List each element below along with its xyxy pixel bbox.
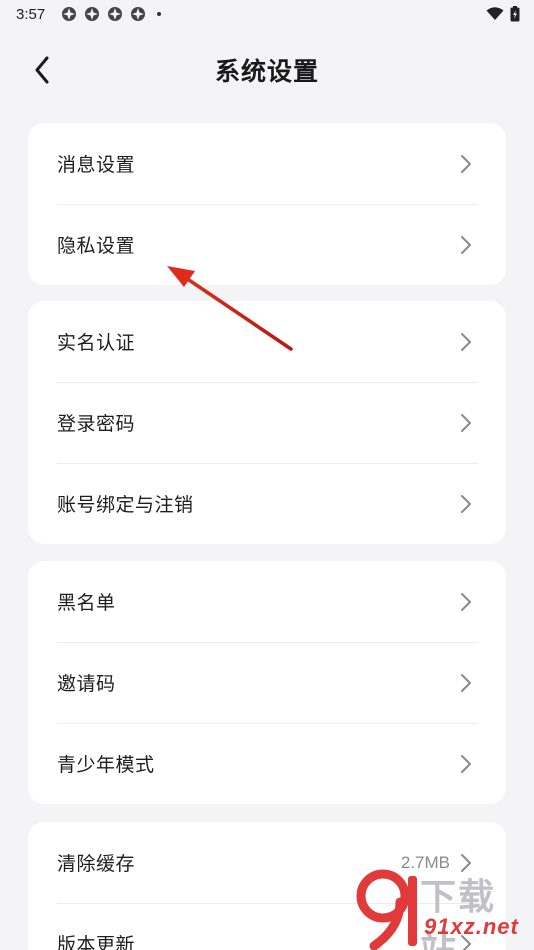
settings-item-label: 隐私设置 bbox=[57, 235, 136, 257]
chevron-right-icon bbox=[461, 494, 471, 513]
watermark: 下载站 91xz.net bbox=[356, 864, 532, 950]
chevron-right-icon bbox=[461, 235, 471, 254]
app-icon bbox=[131, 7, 146, 21]
settings-item-label: 登录密码 bbox=[57, 413, 136, 435]
chevron-right-icon bbox=[461, 154, 471, 173]
settings-item-invite-code[interactable]: 邀请码 bbox=[28, 642, 506, 723]
watermark-url: 91xz.net bbox=[424, 914, 519, 939]
status-time: 3:57 bbox=[16, 5, 46, 23]
settings-item-account-binding[interactable]: 账号绑定与注销 bbox=[28, 463, 506, 544]
app-icon bbox=[85, 7, 100, 21]
status-bar: 3:57 bbox=[0, 0, 534, 28]
header: 系统设置 bbox=[0, 46, 534, 94]
app-icon bbox=[62, 7, 77, 21]
settings-item-label: 版本更新 bbox=[57, 934, 136, 950]
settings-group-2: 实名认证 登录密码 账号绑定与注销 bbox=[28, 301, 506, 544]
settings-item-realname[interactable]: 实名认证 bbox=[28, 301, 506, 382]
settings-item-label: 青少年模式 bbox=[57, 754, 155, 776]
settings-item-label: 清除缓存 bbox=[57, 853, 136, 875]
settings-item-label: 邀请码 bbox=[57, 673, 116, 695]
settings-item-label: 消息设置 bbox=[57, 154, 136, 176]
app-icon bbox=[108, 7, 123, 21]
battery-icon bbox=[510, 6, 520, 22]
wifi-icon bbox=[486, 7, 504, 20]
settings-item-message[interactable]: 消息设置 bbox=[28, 123, 506, 204]
settings-item-blacklist[interactable]: 黑名单 bbox=[28, 561, 506, 642]
settings-item-teen-mode[interactable]: 青少年模式 bbox=[28, 723, 506, 804]
settings-group-1: 消息设置 隐私设置 bbox=[28, 123, 506, 285]
chevron-right-icon bbox=[461, 413, 471, 432]
watermark-logo-icon bbox=[356, 869, 417, 950]
notification-dot bbox=[157, 12, 162, 16]
status-app-icons bbox=[61, 6, 162, 22]
chevron-right-icon bbox=[461, 592, 471, 611]
settings-item-label: 实名认证 bbox=[57, 332, 136, 354]
back-button[interactable] bbox=[24, 52, 60, 88]
page-title: 系统设置 bbox=[214, 57, 319, 86]
settings-group-3: 黑名单 邀请码 青少年模式 bbox=[28, 561, 506, 804]
back-arrow-icon bbox=[35, 56, 49, 84]
settings-item-password[interactable]: 登录密码 bbox=[28, 382, 506, 463]
settings-item-privacy[interactable]: 隐私设置 bbox=[28, 204, 506, 285]
chevron-right-icon bbox=[461, 673, 471, 692]
settings-item-label: 账号绑定与注销 bbox=[57, 494, 194, 516]
settings-item-label: 黑名单 bbox=[57, 592, 116, 614]
chevron-right-icon bbox=[461, 754, 471, 773]
chevron-right-icon bbox=[461, 332, 471, 351]
